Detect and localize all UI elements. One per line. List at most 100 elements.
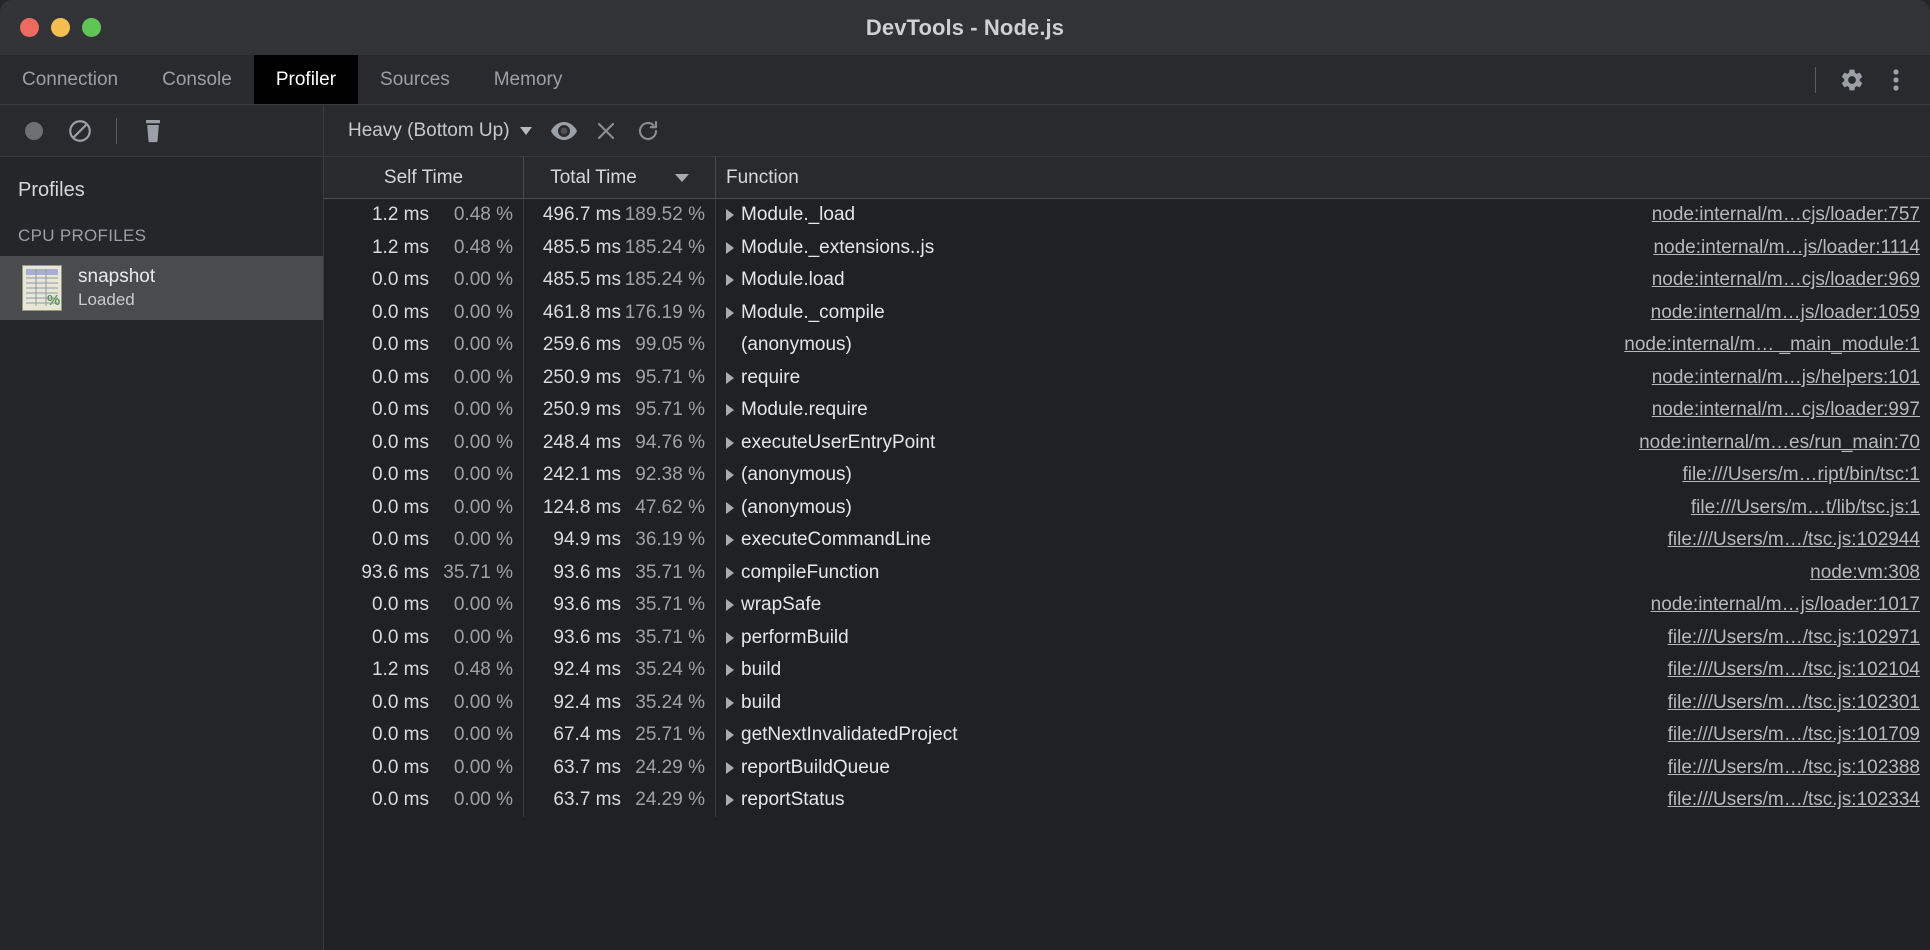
table-row[interactable]: 0.0 ms0.00 %250.9 ms95.71 %Module.requir… <box>324 394 1930 427</box>
expand-triangle-icon[interactable] <box>726 729 734 741</box>
cell-total-time: 461.8 ms176.19 % <box>524 297 716 330</box>
total-time-ms: 496.7 ms <box>535 204 621 226</box>
settings-button[interactable] <box>1832 60 1872 100</box>
expand-triangle-icon[interactable] <box>726 762 734 774</box>
tab-profiler[interactable]: Profiler <box>254 55 358 104</box>
delete-profile-button[interactable] <box>133 111 173 151</box>
source-link[interactable]: node:internal/m…cjs/loader:997 <box>1652 399 1930 421</box>
table-row[interactable]: 1.2 ms0.48 %92.4 ms35.24 %buildfile:///U… <box>324 654 1930 687</box>
cell-function: getNextInvalidatedProjectfile:///Users/m… <box>716 719 1930 752</box>
table-row[interactable]: 93.6 ms35.71 %93.6 ms35.71 %compileFunct… <box>324 557 1930 590</box>
expand-triangle-icon[interactable] <box>726 794 734 806</box>
table-row[interactable]: 0.0 ms0.00 %242.1 ms92.38 %(anonymous)fi… <box>324 459 1930 492</box>
tab-memory[interactable]: Memory <box>472 55 585 104</box>
source-link[interactable]: node:internal/m…js/loader:1017 <box>1651 594 1930 616</box>
table-row[interactable]: 0.0 ms0.00 %67.4 ms25.71 %getNextInvalid… <box>324 719 1930 752</box>
column-header-function[interactable]: Function <box>716 157 1930 198</box>
profile-name: snapshot <box>78 266 155 288</box>
source-link[interactable]: file:///Users/m…/tsc.js:102334 <box>1668 789 1930 811</box>
source-link[interactable]: node:internal/m…js/helpers:101 <box>1652 367 1930 389</box>
source-link[interactable]: node:internal/m…js/loader:1059 <box>1651 302 1930 324</box>
source-link[interactable]: node:internal/m…cjs/loader:969 <box>1652 269 1930 291</box>
expand-triangle-icon[interactable] <box>726 599 734 611</box>
window-title: DevTools - Node.js <box>0 15 1930 41</box>
cell-function: buildfile:///Users/m…/tsc.js:102104 <box>716 654 1930 687</box>
expand-triangle-icon[interactable] <box>726 697 734 709</box>
expand-triangle-icon[interactable] <box>726 437 734 449</box>
total-time-percent: 36.19 % <box>621 529 705 551</box>
expand-triangle-icon[interactable] <box>726 502 734 514</box>
table-row[interactable]: 1.2 ms0.48 %496.7 ms189.52 %Module._load… <box>324 199 1930 232</box>
table-row[interactable]: 0.0 ms0.00 %259.6 ms99.05 %(anonymous)no… <box>324 329 1930 362</box>
source-link[interactable]: file:///Users/m…t/lib/tsc.js:1 <box>1691 497 1930 519</box>
self-time-ms: 0.0 ms <box>343 464 429 486</box>
more-options-button[interactable] <box>1876 60 1916 100</box>
table-row[interactable]: 0.0 ms0.00 %63.7 ms24.29 %reportStatusfi… <box>324 784 1930 817</box>
table-row[interactable]: 0.0 ms0.00 %93.6 ms35.71 %wrapSafenode:i… <box>324 589 1930 622</box>
expand-triangle-icon[interactable] <box>726 307 734 319</box>
expand-triangle-icon[interactable] <box>726 469 734 481</box>
source-link[interactable]: file:///Users/m…/tsc.js:102301 <box>1668 692 1930 714</box>
source-link[interactable]: node:vm:308 <box>1810 562 1930 584</box>
expand-triangle-icon[interactable] <box>726 404 734 416</box>
minimize-window-button[interactable] <box>51 18 70 37</box>
source-link[interactable]: file:///Users/m…/tsc.js:102388 <box>1668 757 1930 779</box>
source-link[interactable]: node:internal/m…cjs/loader:757 <box>1652 204 1930 226</box>
table-row[interactable]: 0.0 ms0.00 %92.4 ms35.24 %buildfile:///U… <box>324 687 1930 720</box>
clear-profiles-button[interactable] <box>60 111 100 151</box>
table-row[interactable]: 0.0 ms0.00 %93.6 ms35.71 %performBuildfi… <box>324 622 1930 655</box>
cell-self-time: 0.0 ms0.00 % <box>324 752 524 785</box>
column-header-total-time[interactable]: Total Time <box>524 157 716 198</box>
expand-triangle-icon[interactable] <box>726 209 734 221</box>
restore-functions-button[interactable] <box>628 111 668 151</box>
exclude-function-button[interactable] <box>586 111 626 151</box>
record-button[interactable] <box>14 111 54 151</box>
expand-triangle-icon[interactable] <box>726 632 734 644</box>
cell-function: reportBuildQueuefile:///Users/m…/tsc.js:… <box>716 752 1930 785</box>
table-row[interactable]: 0.0 ms0.00 %248.4 ms94.76 %executeUserEn… <box>324 427 1930 460</box>
view-mode-dropdown[interactable]: Heavy (Bottom Up) <box>338 113 542 149</box>
tab-connection[interactable]: Connection <box>0 55 140 104</box>
expand-triangle-icon[interactable] <box>726 274 734 286</box>
column-header-self-time[interactable]: Self Time <box>324 157 524 198</box>
self-time-percent: 0.48 % <box>429 659 513 681</box>
svg-text:%: % <box>47 292 60 309</box>
table-row[interactable]: 0.0 ms0.00 %485.5 ms185.24 %Module.loadn… <box>324 264 1930 297</box>
focus-function-button[interactable] <box>544 111 584 151</box>
cell-function: (anonymous)file:///Users/m…ript/bin/tsc:… <box>716 459 1930 492</box>
self-time-ms: 0.0 ms <box>343 692 429 714</box>
source-link[interactable]: node:internal/m…es/run_main:70 <box>1639 432 1930 454</box>
table-row[interactable]: 0.0 ms0.00 %124.8 ms47.62 %(anonymous)fi… <box>324 492 1930 525</box>
table-row[interactable]: 0.0 ms0.00 %63.7 ms24.29 %reportBuildQue… <box>324 752 1930 785</box>
self-time-percent: 0.00 % <box>429 789 513 811</box>
table-row[interactable]: 1.2 ms0.48 %485.5 ms185.24 %Module._exte… <box>324 232 1930 265</box>
maximize-window-button[interactable] <box>82 18 101 37</box>
expand-triangle-icon[interactable] <box>726 664 734 676</box>
tab-bar: Connection Console Profiler Sources Memo… <box>0 55 1930 105</box>
table-row[interactable]: 0.0 ms0.00 %94.9 ms36.19 %executeCommand… <box>324 524 1930 557</box>
self-time-percent: 0.00 % <box>429 399 513 421</box>
source-link[interactable]: node:internal/m…js/loader:1114 <box>1653 237 1930 259</box>
source-link[interactable]: file:///Users/m…/tsc.js:101709 <box>1668 724 1930 746</box>
cell-function: wrapSafenode:internal/m…js/loader:1017 <box>716 589 1930 622</box>
tab-console[interactable]: Console <box>140 55 254 104</box>
source-link[interactable]: file:///Users/m…/tsc.js:102104 <box>1668 659 1930 681</box>
expand-triangle-icon[interactable] <box>726 534 734 546</box>
source-link[interactable]: file:///Users/m…/tsc.js:102944 <box>1668 529 1930 551</box>
profile-list-item-snapshot[interactable]: % snapshot Loaded <box>0 256 323 320</box>
cell-function: Module._loadnode:internal/m…cjs/loader:7… <box>716 199 1930 232</box>
expand-triangle-icon[interactable] <box>726 242 734 254</box>
table-row[interactable]: 0.0 ms0.00 %461.8 ms176.19 %Module._comp… <box>324 297 1930 330</box>
source-link[interactable]: file:///Users/m…ript/bin/tsc:1 <box>1682 464 1930 486</box>
cell-function: Module.requirenode:internal/m…cjs/loader… <box>716 394 1930 427</box>
expand-triangle-icon[interactable] <box>726 372 734 384</box>
expand-triangle-icon[interactable] <box>726 567 734 579</box>
source-link[interactable]: file:///Users/m…/tsc.js:102971 <box>1668 627 1930 649</box>
total-time-percent: 176.19 % <box>621 302 705 324</box>
close-window-button[interactable] <box>20 18 39 37</box>
total-time-ms: 250.9 ms <box>535 367 621 389</box>
source-link[interactable]: node:internal/m… _main_module:1 <box>1624 334 1930 356</box>
tab-sources[interactable]: Sources <box>358 55 472 104</box>
cell-total-time: 250.9 ms95.71 % <box>524 394 716 427</box>
table-row[interactable]: 0.0 ms0.00 %250.9 ms95.71 %requirenode:i… <box>324 362 1930 395</box>
